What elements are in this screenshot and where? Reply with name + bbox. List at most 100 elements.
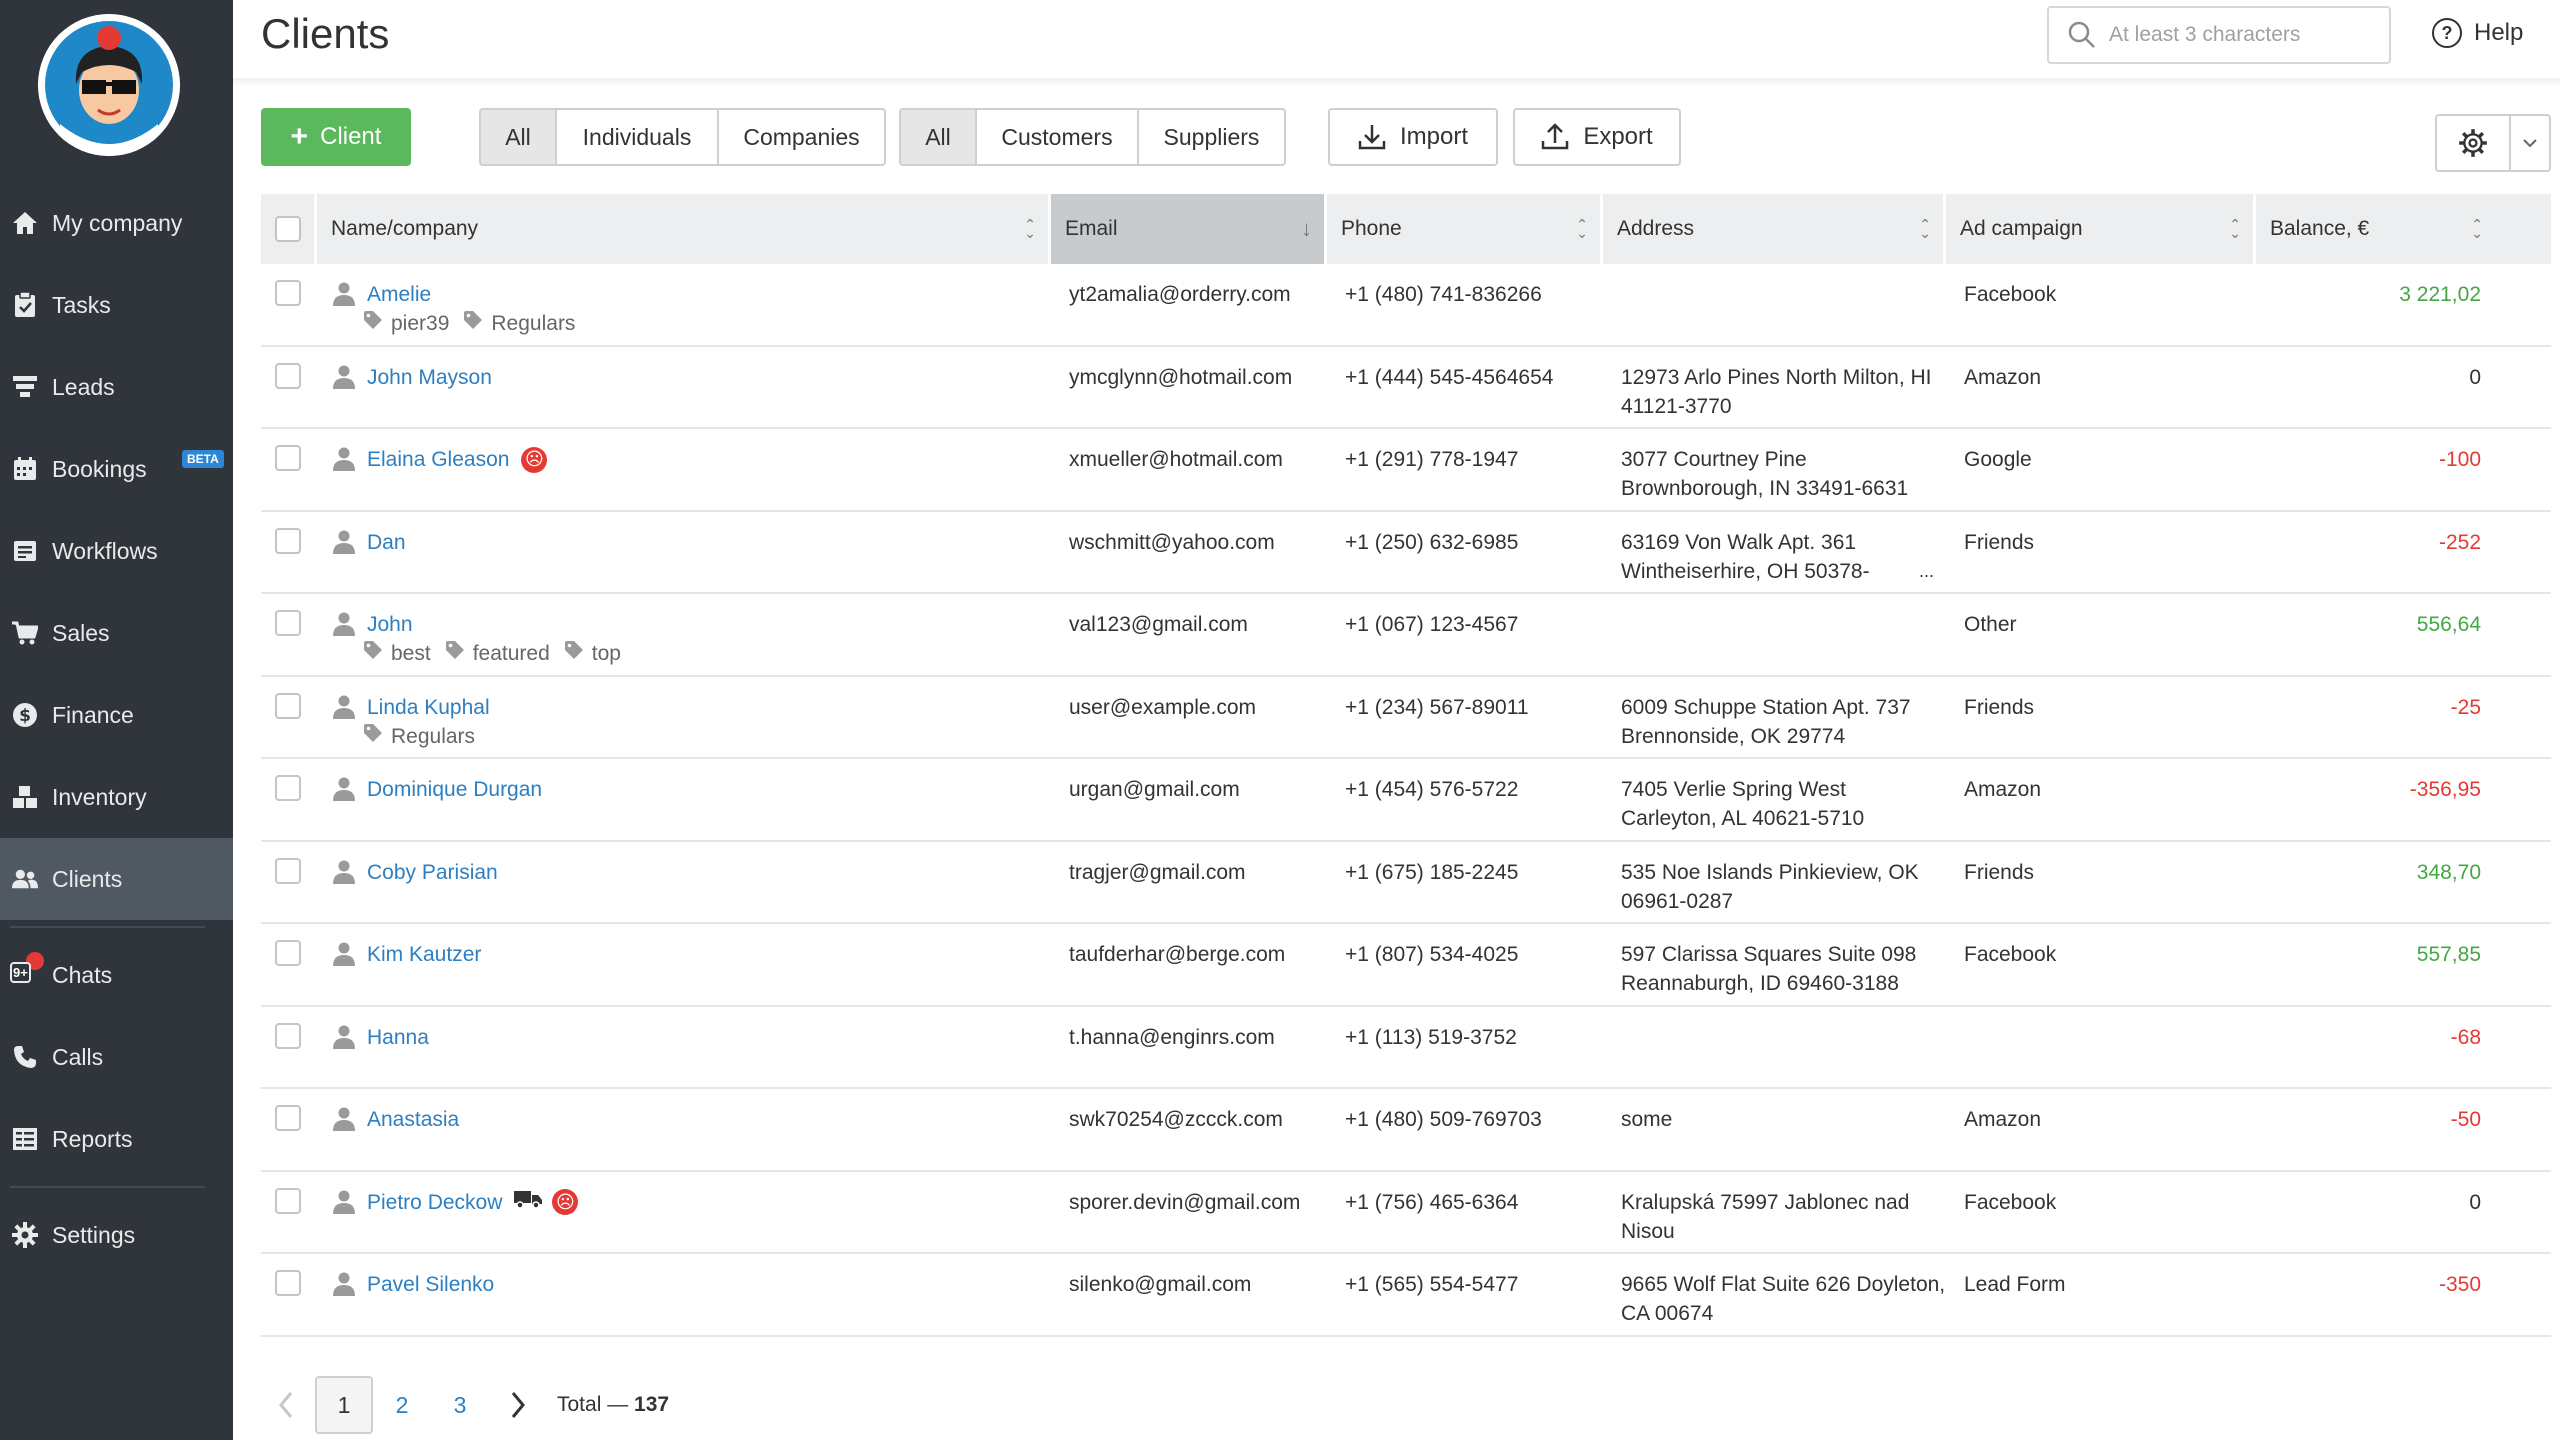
search-input[interactable]: [2109, 23, 2379, 47]
client-name-cell: Linda Kuphal Regulars: [261, 677, 1051, 758]
gear-icon: [2459, 129, 2487, 157]
client-name-link[interactable]: Kim Kautzer: [367, 940, 481, 969]
table-row[interactable]: Dan wschmitt@yahoo.com +1 (250) 632-6985 63…: [261, 512, 2551, 594]
table-row[interactable]: Anastasia swk70254@zccck.com +1 (480) 509-…: [261, 1089, 2551, 1172]
client-name-link[interactable]: Amelie: [367, 280, 431, 309]
page-2-button[interactable]: 2: [373, 1376, 431, 1434]
filter-type-individuals[interactable]: Individuals: [557, 110, 719, 164]
person-icon: [333, 1190, 355, 1222]
table-row[interactable]: Kim Kautzer taufderhar@berge.com +1 (807) …: [261, 924, 2551, 1007]
page-3-button[interactable]: 3: [431, 1376, 489, 1434]
table-row[interactable]: Elaina Gleason ☹ xmueller@hotmail.com +1 (2…: [261, 429, 2551, 512]
next-page-button[interactable]: [493, 1380, 543, 1430]
filter-type-all[interactable]: All: [481, 110, 557, 164]
avatar[interactable]: [38, 14, 180, 156]
client-role-filter: All Customers Suppliers: [899, 108, 1286, 166]
tag[interactable]: Regulars: [363, 722, 475, 751]
tag[interactable]: pier39: [363, 309, 449, 338]
sidebar-item-inventory[interactable]: Inventory: [0, 756, 233, 838]
client-phone: +1 (565) 554-5477: [1345, 1273, 1519, 1296]
person-icon: [333, 942, 355, 974]
sidebar-item-reports[interactable]: Reports: [0, 1098, 233, 1180]
column-header-email[interactable]: Email ↓: [1051, 194, 1327, 264]
client-name-link[interactable]: Linda Kuphal: [367, 693, 490, 722]
table-settings-gear[interactable]: [2437, 116, 2511, 170]
users-icon: [12, 866, 38, 892]
clipboard-check-icon: [12, 292, 38, 318]
address-more[interactable]: ...: [1919, 557, 1934, 586]
tag-icon: [363, 309, 391, 338]
table-row[interactable]: Hanna t.hanna@enginrs.com +1 (113) 519-375…: [261, 1007, 2551, 1089]
table-row[interactable]: John best featured top val123@gmail.com +1 (0…: [261, 594, 2551, 677]
client-address-cell: Kralupská 75997 Jablonec nad Nisou: [1603, 1172, 1946, 1253]
client-name-link[interactable]: Dan: [367, 528, 406, 557]
cart-icon: [12, 620, 38, 646]
table-settings-caret[interactable]: [2511, 138, 2549, 148]
client-name-link[interactable]: Anastasia: [367, 1105, 459, 1134]
column-header-address[interactable]: Address ⌃ ⌄: [1603, 194, 1946, 264]
sidebar-item-settings[interactable]: Settings: [0, 1194, 233, 1276]
sidebar-item-label: Workflows: [52, 537, 158, 564]
filter-type-companies[interactable]: Companies: [719, 110, 884, 164]
sidebar-item-tasks[interactable]: Tasks: [0, 264, 233, 346]
table-row[interactable]: Pietro Deckow ☹ sporer.devin@gmail.com +1 (…: [261, 1172, 2551, 1254]
table-row[interactable]: Dominique Durgan urgan@gmail.com +1 (454) …: [261, 759, 2551, 842]
column-header-balance[interactable]: Balance, € ⌃ ⌄: [2256, 194, 2495, 264]
sidebar-item-finance[interactable]: $ Finance: [0, 674, 233, 756]
table-settings-button[interactable]: [2435, 114, 2551, 172]
client-name-link[interactable]: John: [367, 610, 413, 639]
total-value: 137: [634, 1393, 670, 1416]
tag-label: Regulars: [491, 312, 576, 335]
table-row[interactable]: Linda Kuphal Regulars user@example.com +1 (…: [261, 677, 2551, 759]
sidebar-item-clients[interactable]: Clients: [0, 838, 233, 920]
client-name-link[interactable]: Pietro Deckow: [367, 1188, 502, 1217]
search-box[interactable]: [2047, 6, 2391, 64]
client-phone: +1 (480) 509-769703: [1345, 1108, 1542, 1131]
client-name-link[interactable]: Pavel Silenko: [367, 1270, 494, 1299]
client-name-link[interactable]: John Mayson: [367, 363, 492, 392]
table-row[interactable]: John Mayson ymcglynn@hotmail.com +1 (444) …: [261, 347, 2551, 429]
filter-role-customers[interactable]: Customers: [977, 110, 1139, 164]
client-name-link[interactable]: Hanna: [367, 1023, 429, 1052]
sidebar-item-sales[interactable]: Sales: [0, 592, 233, 674]
client-phone: +1 (234) 567-89011: [1345, 695, 1529, 719]
help-link[interactable]: ? Help: [2432, 18, 2523, 48]
sidebar-item-chats[interactable]: 9+ Chats: [0, 934, 233, 1016]
client-name-link[interactable]: Dominique Durgan: [367, 775, 542, 804]
filter-role-suppliers[interactable]: Suppliers: [1139, 110, 1284, 164]
client-tags: pier39 Regulars: [331, 309, 1051, 338]
table-row[interactable]: Pavel Silenko silenko@gmail.com +1 (565) 5…: [261, 1254, 2551, 1337]
filter-role-all[interactable]: All: [901, 110, 977, 164]
sidebar-item-leads[interactable]: Leads: [0, 346, 233, 428]
client-address-cell: [1603, 1007, 1946, 1088]
client-name-cell: Pavel Silenko: [261, 1254, 1051, 1335]
add-client-label: Client: [320, 123, 382, 150]
export-button[interactable]: Export: [1513, 108, 1681, 166]
client-phone: +1 (454) 576-5722: [1345, 778, 1519, 801]
avatar-illustration: [38, 14, 180, 156]
column-header-phone[interactable]: Phone ⌃ ⌄: [1327, 194, 1603, 264]
tag[interactable]: featured: [445, 639, 550, 668]
column-header-name[interactable]: Name/company ⌃ ⌄: [261, 194, 1051, 264]
tag-icon: [363, 639, 391, 668]
person-icon: [333, 1107, 355, 1139]
page-1-button[interactable]: 1: [315, 1376, 373, 1434]
tag[interactable]: best: [363, 639, 431, 668]
sidebar-item-workflows[interactable]: Workflows: [0, 510, 233, 592]
sidebar-item-calls[interactable]: Calls: [0, 1016, 233, 1098]
column-header-ad-campaign[interactable]: Ad campaign ⌃ ⌄: [1946, 194, 2256, 264]
client-tags: best featured top: [331, 639, 1051, 668]
import-button[interactable]: Import: [1328, 108, 1498, 166]
sidebar-item-my-company[interactable]: My company: [0, 182, 233, 264]
person-icon: [333, 777, 355, 809]
prev-page-button[interactable]: [261, 1380, 311, 1430]
table-row[interactable]: Coby Parisian tragjer@gmail.com +1 (675) 1…: [261, 842, 2551, 924]
client-name-link[interactable]: Elaina Gleason: [367, 445, 509, 474]
table-row[interactable]: Amelie pier39 Regulars yt2amalia@orderry.co…: [261, 264, 2551, 347]
tag[interactable]: Regulars: [463, 309, 575, 338]
sidebar-item-bookings[interactable]: Bookings BETA: [0, 428, 233, 510]
add-client-button[interactable]: + Client: [261, 108, 411, 166]
person-icon: [333, 1025, 355, 1057]
tag[interactable]: top: [564, 639, 621, 668]
client-name-link[interactable]: Coby Parisian: [367, 858, 498, 887]
